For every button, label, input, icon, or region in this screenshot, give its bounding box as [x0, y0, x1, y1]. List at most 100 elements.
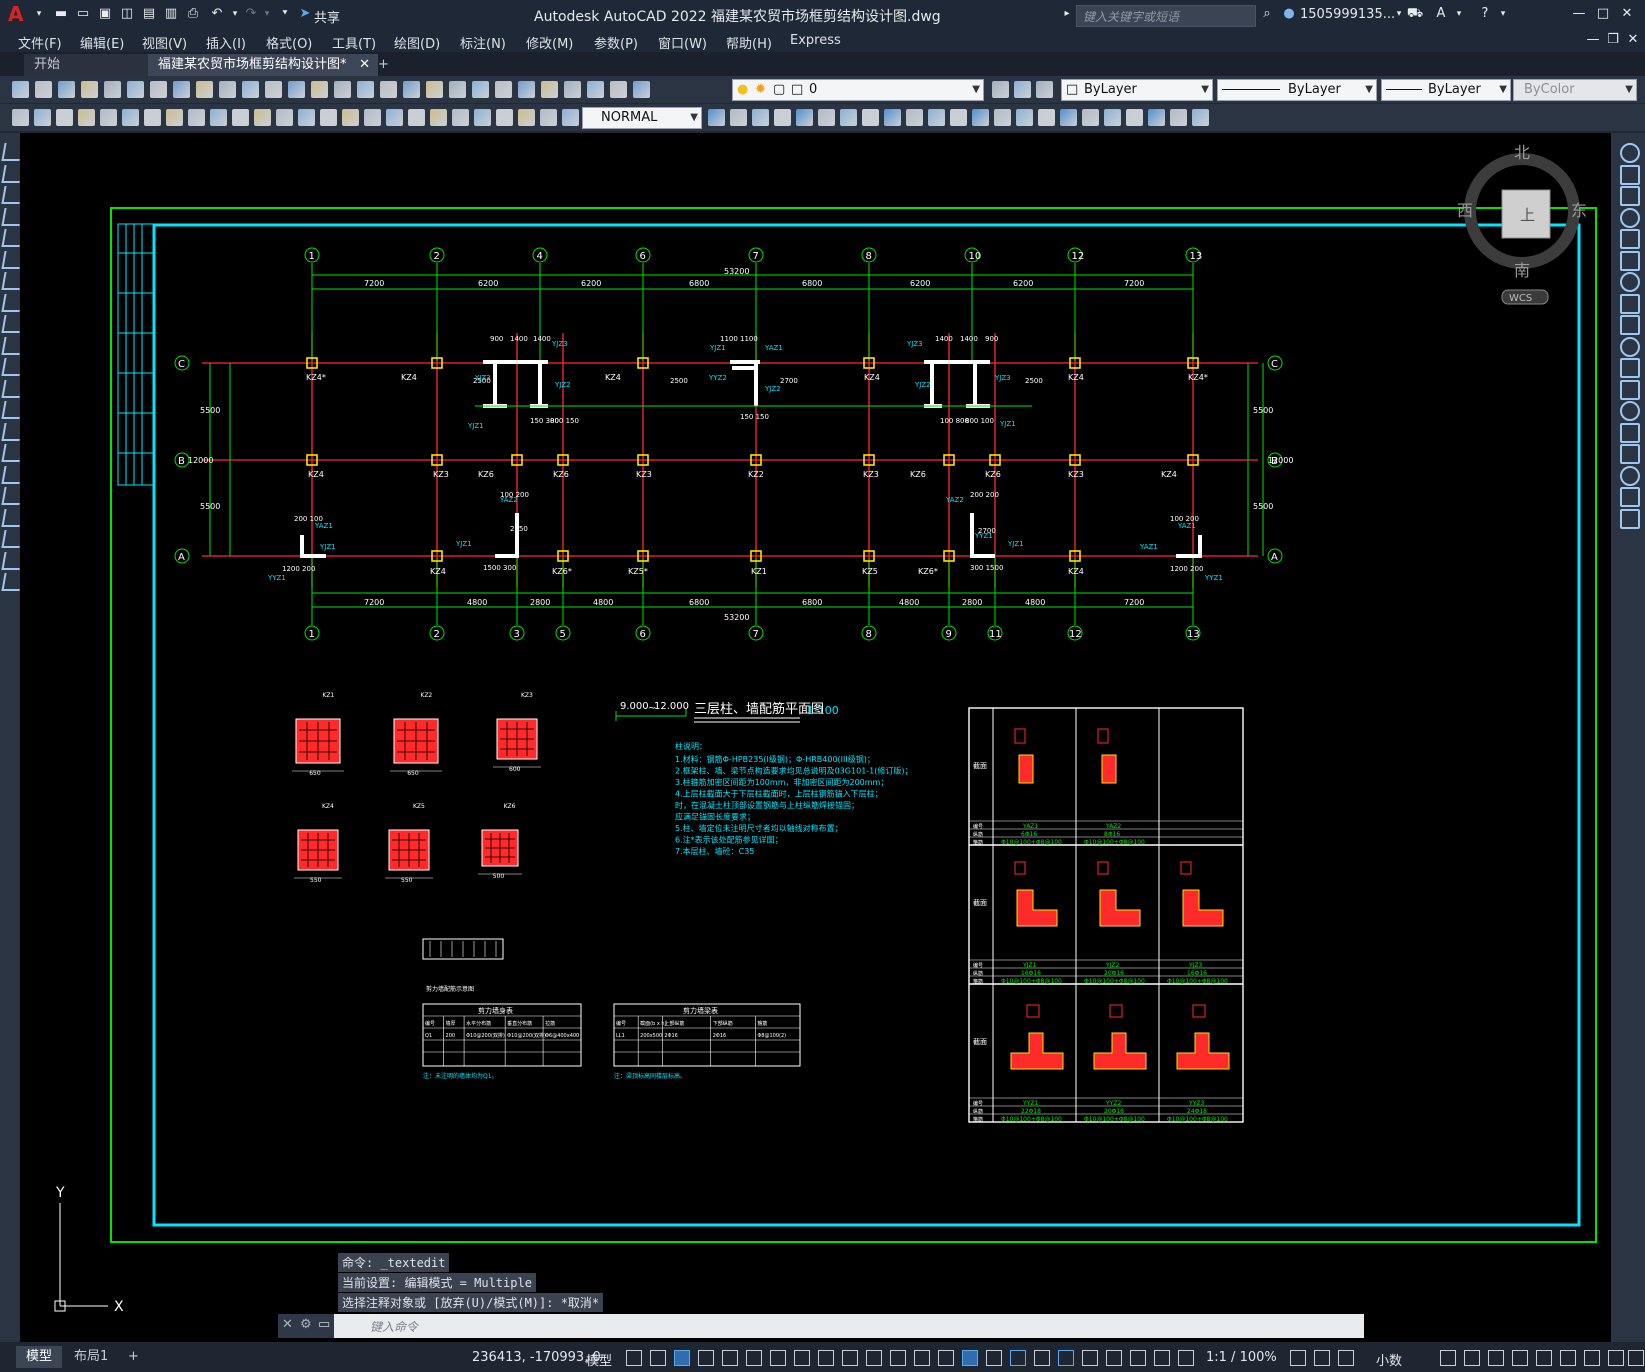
- modify-tool-icon-18[interactable]: [1082, 109, 1099, 126]
- doc-minimize-icon[interactable]: —: [1584, 32, 1602, 48]
- status-toggle-icon-2[interactable]: [650, 1350, 666, 1366]
- menu-help[interactable]: 帮助(H): [726, 33, 772, 52]
- command-close-icon[interactable]: ✕: [282, 1317, 293, 1332]
- menu-view[interactable]: 视图(V): [142, 33, 187, 52]
- standard-tool-icon-24[interactable]: [541, 81, 558, 98]
- standard-tool-icon-21[interactable]: [472, 81, 489, 98]
- dim-tool-icon-26[interactable]: [562, 109, 579, 126]
- search-icon[interactable]: ⌕: [1258, 6, 1276, 22]
- modify-tool-icon-17[interactable]: [1060, 109, 1077, 126]
- status-toggle-icon-13[interactable]: [914, 1350, 930, 1366]
- standard-tool-icon-11[interactable]: [242, 81, 259, 98]
- modify-side-icon-7[interactable]: [1620, 272, 1640, 292]
- app-menu-chevron-icon[interactable]: ▾: [30, 6, 48, 22]
- status-toggle-icon-18[interactable]: [1034, 1350, 1050, 1366]
- dim-tool-icon-21[interactable]: [452, 109, 469, 126]
- menu-edit[interactable]: 编辑(E): [80, 33, 124, 52]
- standard-tool-icon-5[interactable]: [104, 81, 121, 98]
- modify-tool-icon-7[interactable]: [840, 109, 857, 126]
- save-icon[interactable]: ▣: [96, 6, 114, 22]
- modify-side-icon-2[interactable]: [1620, 164, 1640, 185]
- status-toggle-icon-4[interactable]: [698, 1350, 714, 1366]
- standard-tool-icon-12[interactable]: [265, 81, 282, 98]
- status-toggle-icon-31[interactable]: [1512, 1350, 1528, 1366]
- dim-tool-icon-20[interactable]: [430, 109, 447, 126]
- maximize-icon[interactable]: □: [1594, 6, 1612, 22]
- modify-tool-icon-19[interactable]: [1104, 109, 1121, 126]
- status-toggle-icon-22[interactable]: [1130, 1350, 1146, 1366]
- cart-icon[interactable]: ⛟: [1406, 6, 1424, 22]
- menu-parametric[interactable]: 参数(P): [594, 33, 638, 52]
- modify-tool-icon-2[interactable]: [730, 109, 747, 126]
- tab-start[interactable]: 开始: [24, 54, 164, 76]
- dim-tool-icon-10[interactable]: [210, 109, 227, 126]
- standard-tool-icon-3[interactable]: [58, 81, 75, 98]
- modify-tool-icon-1[interactable]: [708, 109, 725, 126]
- modify-side-icon-11[interactable]: [1620, 358, 1640, 378]
- close-window-icon[interactable]: ✕: [1618, 6, 1636, 22]
- standard-tool-icon-16[interactable]: [357, 81, 374, 98]
- modify-side-icon-16[interactable]: [1620, 465, 1640, 486]
- status-toggle-icon-12[interactable]: [890, 1350, 906, 1366]
- status-toggle-icon-35[interactable]: [1608, 1350, 1624, 1366]
- modify-side-icon-1[interactable]: [1620, 143, 1640, 163]
- undo-icon[interactable]: ↶: [208, 6, 226, 22]
- search-input[interactable]: 键入关键字或短语: [1076, 5, 1256, 27]
- status-toggle-icon-30[interactable]: [1488, 1350, 1504, 1366]
- modify-side-icon-3[interactable]: [1620, 186, 1640, 206]
- modify-side-icon-6[interactable]: [1620, 250, 1640, 271]
- menu-insert[interactable]: 插入(I): [206, 33, 246, 52]
- dim-tool-icon-1[interactable]: [12, 109, 29, 126]
- dim-tool-icon-13[interactable]: [276, 109, 293, 126]
- new-tab-icon[interactable]: +: [368, 54, 402, 76]
- modify-tool-icon-20[interactable]: [1126, 109, 1143, 126]
- coordinates-readout[interactable]: 236413, -170993, 0: [472, 1350, 601, 1365]
- modify-tool-icon-21[interactable]: [1148, 109, 1165, 126]
- standard-tool-icon-26[interactable]: [587, 81, 604, 98]
- modify-tool-icon-6[interactable]: [818, 109, 835, 126]
- status-toggle-icon-19[interactable]: [1058, 1350, 1074, 1366]
- status-toggle-icon-16[interactable]: [986, 1350, 1002, 1366]
- status-toggle-icon-27[interactable]: [1338, 1350, 1354, 1366]
- modify-tool-icon-4[interactable]: [774, 109, 791, 126]
- status-toggle-icon-3[interactable]: [674, 1350, 690, 1366]
- dim-tool-icon-12[interactable]: [254, 109, 271, 126]
- status-toggle-icon-9[interactable]: [818, 1350, 834, 1366]
- status-toggle-icon-36[interactable]: [1628, 1350, 1644, 1366]
- standard-tool-icon-7[interactable]: [150, 81, 167, 98]
- standard-tool-icon-9[interactable]: [196, 81, 213, 98]
- layer-tool-icon-1[interactable]: [992, 81, 1009, 98]
- standard-tool-icon-4[interactable]: [81, 81, 98, 98]
- standard-tool-icon-14[interactable]: [311, 81, 328, 98]
- standard-tool-icon-27[interactable]: [610, 81, 627, 98]
- autocad-logo-icon[interactable]: A: [8, 4, 26, 24]
- standard-tool-icon-18[interactable]: [403, 81, 420, 98]
- modify-tool-icon-14[interactable]: [994, 109, 1011, 126]
- user-name[interactable]: 1505999135...: [1300, 7, 1395, 22]
- dim-tool-icon-24[interactable]: [518, 109, 535, 126]
- status-toggle-icon-15[interactable]: [962, 1350, 978, 1366]
- save-web-icon[interactable]: ▥: [162, 6, 180, 22]
- doc-restore-icon[interactable]: ❐: [1604, 32, 1622, 48]
- compass-west[interactable]: 西: [1457, 201, 1473, 220]
- status-toggle-icon-17[interactable]: [1010, 1350, 1026, 1366]
- modify-side-icon-12[interactable]: [1620, 379, 1640, 400]
- open-web-icon[interactable]: ▤: [140, 6, 158, 22]
- standard-tool-icon-6[interactable]: [127, 81, 144, 98]
- help-dropdown-icon[interactable]: ▾: [1494, 6, 1512, 22]
- plot-icon[interactable]: ⎙: [184, 6, 202, 22]
- dim-tool-icon-6[interactable]: [122, 109, 139, 126]
- dim-tool-icon-25[interactable]: [540, 109, 557, 126]
- standard-tool-icon-23[interactable]: [518, 81, 535, 98]
- modify-tool-icon-8[interactable]: [862, 109, 879, 126]
- dim-tool-icon-17[interactable]: [364, 109, 381, 126]
- compass-east[interactable]: 东: [1571, 201, 1587, 220]
- new-file-icon[interactable]: ▬: [52, 6, 70, 22]
- save-as-icon[interactable]: ◫: [118, 6, 136, 22]
- standard-tool-icon-13[interactable]: [288, 81, 305, 98]
- dim-tool-icon-22[interactable]: [474, 109, 491, 126]
- status-toggle-icon-34[interactable]: [1584, 1350, 1600, 1366]
- linetype-combo[interactable]: ByLayer ▼: [1217, 79, 1377, 101]
- modify-tool-icon-13[interactable]: [972, 109, 989, 126]
- command-input[interactable]: 键入命令: [334, 1314, 1364, 1338]
